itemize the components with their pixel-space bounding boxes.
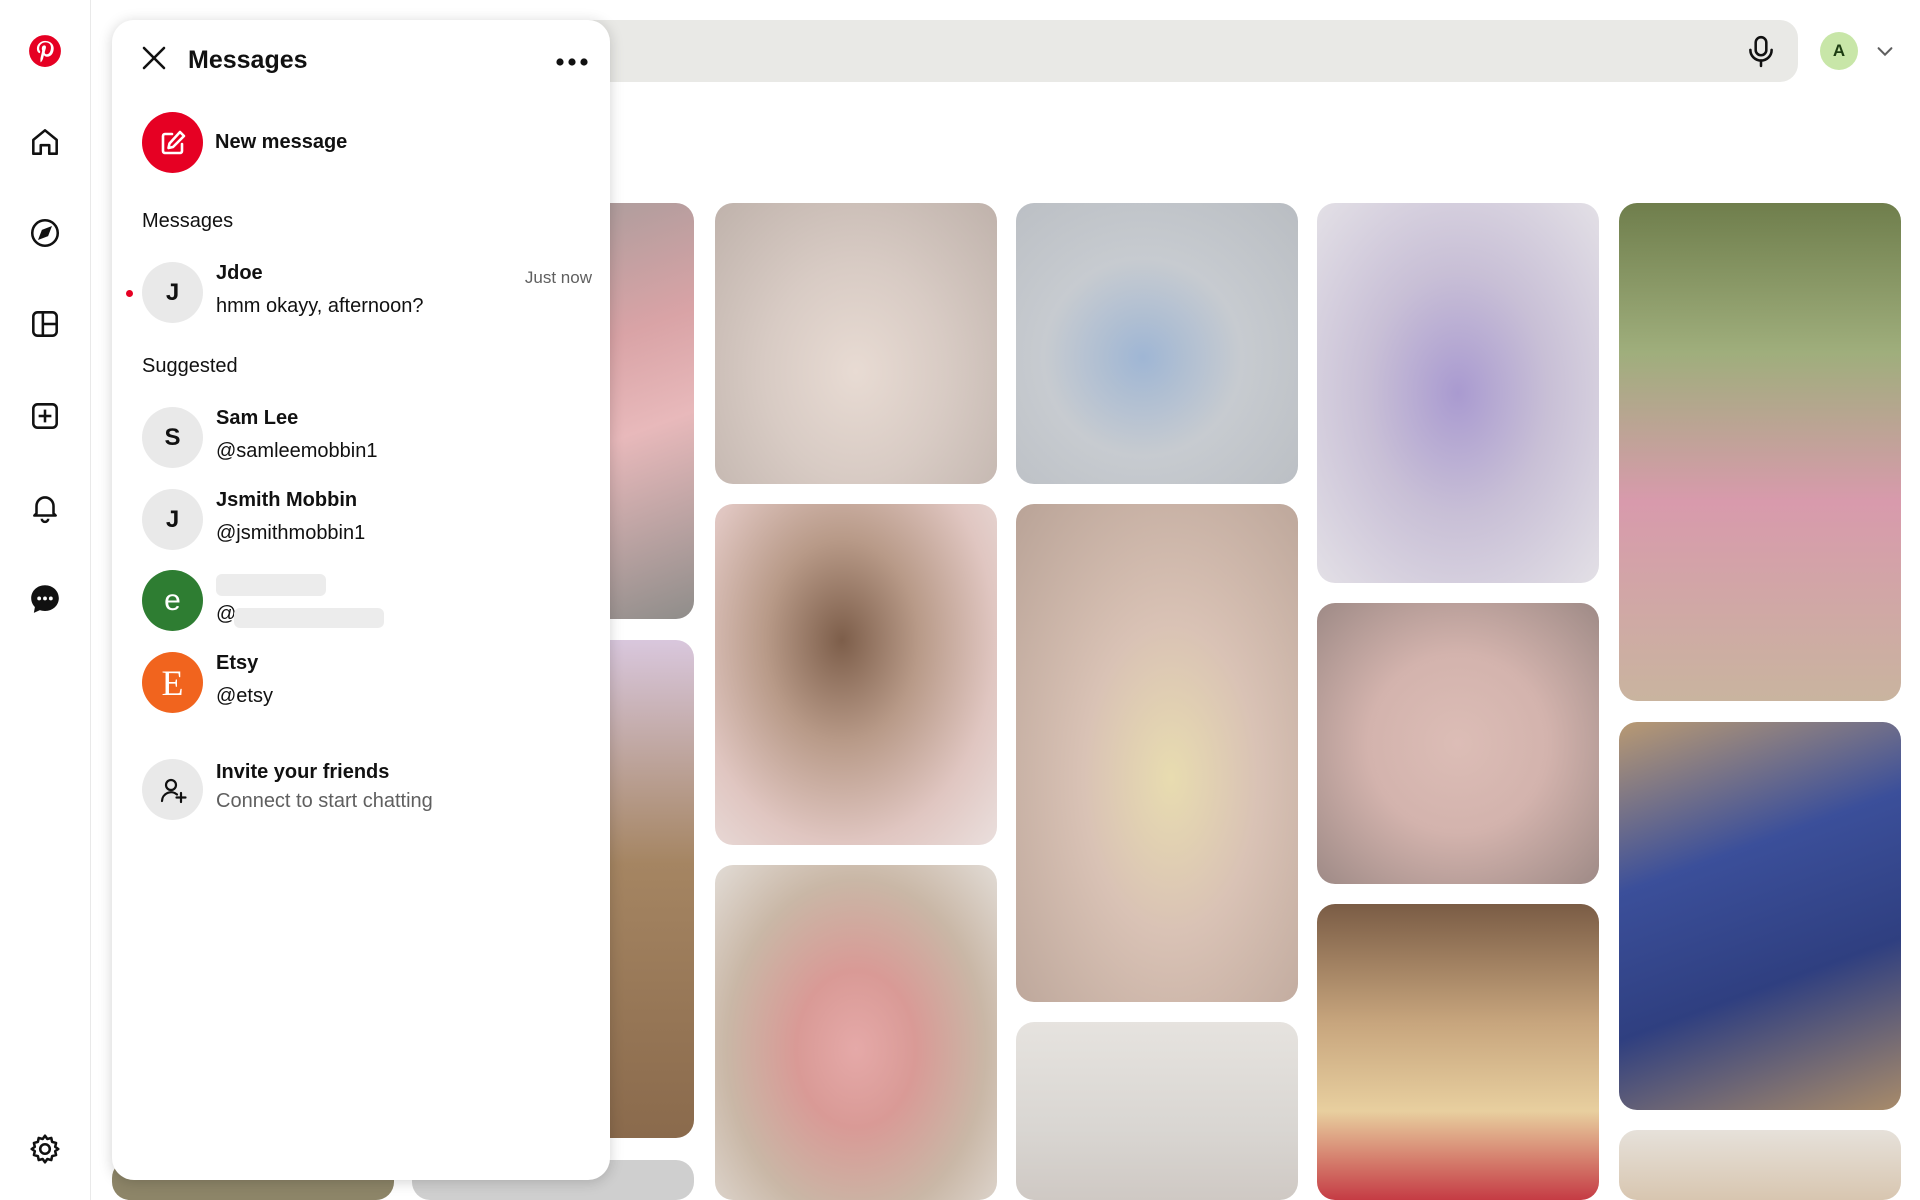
- home-icon[interactable]: [21, 118, 69, 166]
- avatar: J: [142, 489, 203, 550]
- conversation-preview: hmm okayy, afternoon?: [216, 295, 424, 317]
- create-plus-icon[interactable]: [21, 392, 69, 440]
- suggested-contact-row[interactable]: S Sam Lee @samleemobbin1: [142, 407, 592, 473]
- invite-title: Invite your friends: [216, 761, 390, 783]
- pin-card[interactable]: [1317, 203, 1599, 583]
- panel-title: Messages: [188, 46, 308, 74]
- avatar: e: [142, 570, 203, 631]
- conversation-name: Jdoe: [216, 262, 263, 284]
- suggested-contact-row[interactable]: E Etsy @etsy: [142, 652, 592, 718]
- contact-name: Sam Lee: [216, 407, 299, 429]
- chevron-down-icon[interactable]: [1874, 40, 1896, 62]
- settings-gear-icon[interactable]: [21, 1125, 69, 1173]
- contact-handle: @jsmithmobbin1: [216, 522, 366, 544]
- suggested-contact-row[interactable]: J Jsmith Mobbin @jsmithmobbin1: [142, 489, 592, 555]
- messages-section-label: Messages: [142, 210, 234, 232]
- contact-name: Jsmith Mobbin: [216, 489, 358, 511]
- boards-icon[interactable]: [21, 300, 69, 348]
- unread-indicator: [126, 290, 133, 297]
- explore-compass-icon[interactable]: [21, 209, 69, 257]
- user-avatar[interactable]: A: [1820, 32, 1858, 70]
- pinterest-logo-icon[interactable]: [21, 27, 69, 75]
- invite-friends-row[interactable]: Invite your friends Connect to start cha…: [142, 759, 592, 825]
- avatar: J: [142, 262, 203, 323]
- redacted-handle: [234, 608, 384, 628]
- conversation-timestamp: Just now: [524, 268, 592, 287]
- pin-card[interactable]: [715, 504, 997, 845]
- redacted-name: [216, 574, 326, 596]
- more-dots-icon: [556, 58, 588, 66]
- messages-panel: Messages New message Messages J Jdoe hmm…: [112, 20, 610, 1180]
- contact-name: Etsy: [216, 652, 259, 674]
- pin-card[interactable]: [715, 865, 997, 1200]
- pin-card[interactable]: [1016, 203, 1298, 484]
- notifications-bell-icon[interactable]: [21, 483, 69, 531]
- pin-card[interactable]: [1016, 1022, 1298, 1200]
- more-options-button[interactable]: [552, 42, 592, 82]
- invite-subtitle: Connect to start chatting: [216, 790, 433, 812]
- close-button[interactable]: [134, 38, 174, 78]
- suggested-contact-row[interactable]: e @: [142, 570, 592, 636]
- close-icon: [142, 46, 166, 70]
- messages-icon[interactable]: [21, 575, 69, 623]
- conversation-row[interactable]: J Jdoe hmm okayy, afternoon? Just now: [126, 262, 592, 328]
- suggested-section-label: Suggested: [142, 355, 238, 377]
- pin-card[interactable]: [1619, 722, 1901, 1110]
- new-message-label: New message: [215, 131, 348, 153]
- pin-card[interactable]: [1619, 203, 1901, 701]
- search-bar[interactable]: [540, 20, 1798, 82]
- compose-icon: [142, 112, 203, 173]
- microphone-icon[interactable]: [1744, 34, 1778, 68]
- pin-card[interactable]: [715, 203, 997, 484]
- add-person-icon: [142, 759, 203, 820]
- contact-handle: @etsy: [216, 685, 273, 707]
- contact-handle: @samleemobbin1: [216, 440, 378, 462]
- new-message-button[interactable]: New message: [142, 112, 347, 173]
- left-nav-rail: [0, 0, 91, 1200]
- etsy-logo-avatar: E: [142, 652, 203, 713]
- pin-card[interactable]: [1016, 504, 1298, 1002]
- pin-card[interactable]: [1317, 904, 1599, 1200]
- pin-card[interactable]: [1619, 1130, 1901, 1200]
- pin-card[interactable]: [1317, 603, 1599, 884]
- avatar: S: [142, 407, 203, 468]
